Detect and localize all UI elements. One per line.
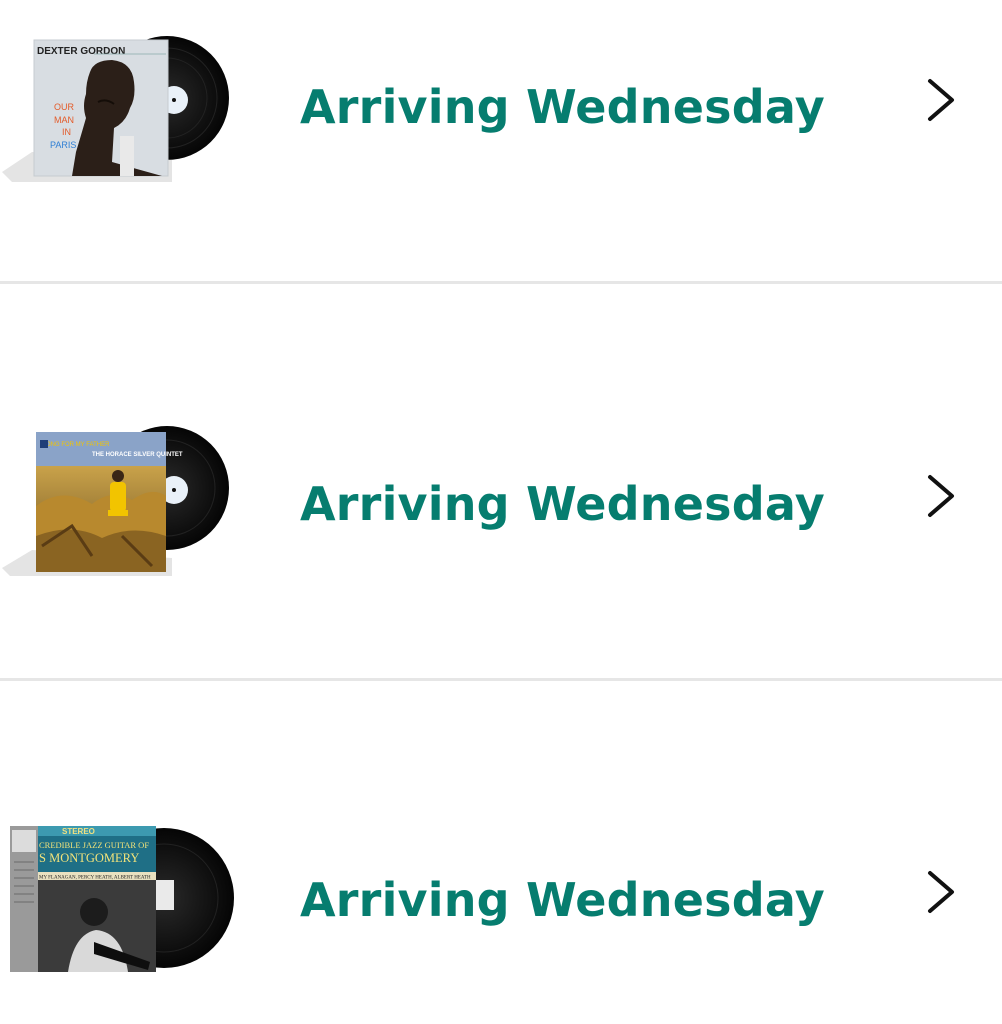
album-title-line: IN: [62, 127, 71, 137]
album-thumbnail: STEREO CREDIBLE JAZZ GUITAR OF S MONTGOM…: [10, 826, 234, 972]
order-row[interactable]: SONG FOR MY FATHER THE HORACE SILVER QUI…: [0, 284, 1002, 679]
album-artist-text: S MONTGOMERY: [39, 851, 139, 865]
delivery-status: Arriving Wednesday: [300, 873, 825, 927]
svg-text:SONG FOR MY FATHER: SONG FOR MY FATHER: [42, 442, 110, 448]
delivery-status: Arriving Wednesday: [300, 477, 825, 531]
album-thumbnail: SONG FOR MY FATHER THE HORACE SILVER QUI…: [2, 426, 229, 576]
album-headline-text: CREDIBLE JAZZ GUITAR OF: [39, 840, 149, 850]
delivery-status: Arriving Wednesday: [300, 80, 825, 134]
order-row[interactable]: STEREO CREDIBLE JAZZ GUITAR OF S MONTGOM…: [0, 681, 1002, 1024]
album-artist-text: DEXTER GORDON: [37, 46, 125, 57]
order-row[interactable]: DEXTER GORDON OUR MAN IN PARIS Arriving …: [0, 0, 1002, 282]
chevron-right-icon[interactable]: [922, 869, 962, 915]
album-title-line: MAN: [54, 115, 74, 125]
album-sidemen-text: MY FLANAGAN, PERCY HEATH, ALBERT HEATH: [39, 876, 151, 881]
chevron-right-icon[interactable]: [922, 473, 962, 519]
order-list: DEXTER GORDON OUR MAN IN PARIS Arriving …: [0, 0, 1002, 1024]
album-artist-text: THE HORACE SILVER QUINTET: [92, 452, 183, 458]
chevron-right-icon[interactable]: [922, 77, 962, 123]
album-title-line: PARIS: [50, 140, 76, 150]
album-banner-text: STEREO: [62, 827, 95, 836]
album-thumbnail: DEXTER GORDON OUR MAN IN PARIS: [2, 36, 229, 182]
album-title-line: OUR: [54, 102, 75, 112]
